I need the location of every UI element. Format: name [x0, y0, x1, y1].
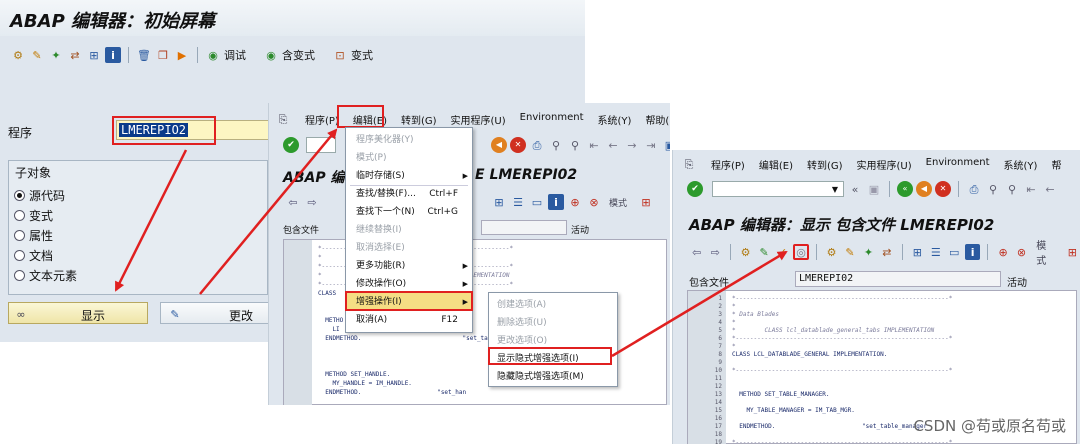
- annotation-arrows: [114, 128, 788, 358]
- arrow-to-display: [114, 149, 188, 292]
- watermark: CSDN @苟或原名苟或: [913, 417, 1066, 435]
- arrow-to-edit-menu: [199, 128, 338, 295]
- arrow-to-enhance-button: [611, 250, 788, 358]
